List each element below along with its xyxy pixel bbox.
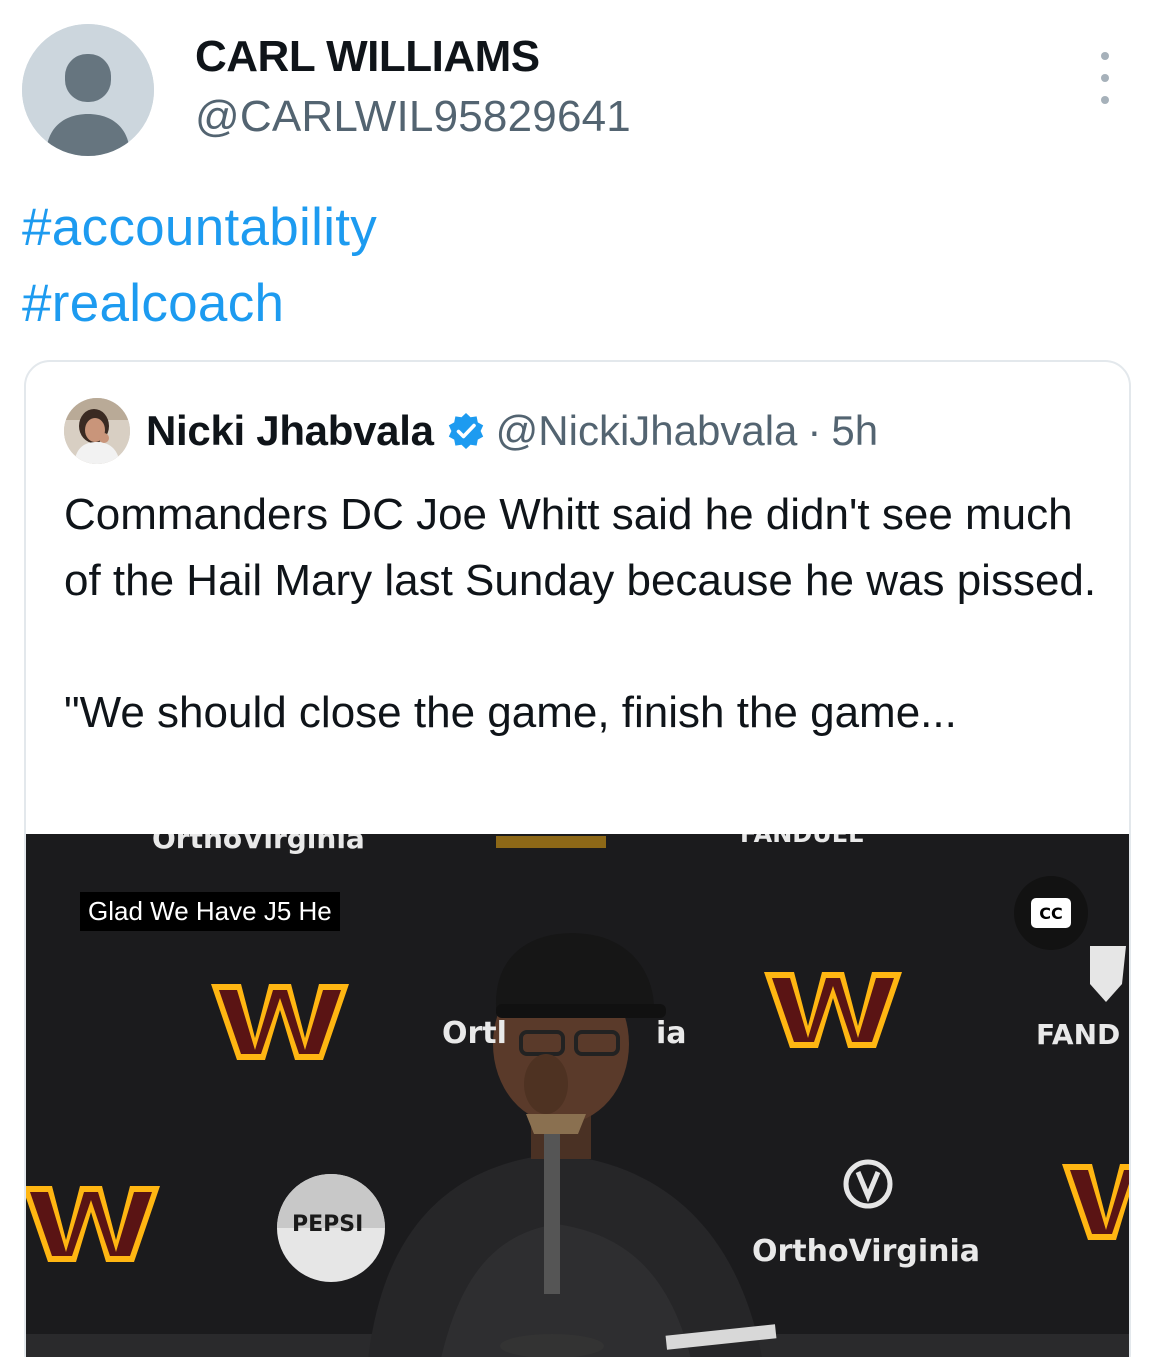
hashtag-link[interactable]: #accountability [22, 190, 377, 266]
quoted-author-handle[interactable]: @NickiJhabvala [496, 407, 798, 455]
sponsor-text: ia [656, 1016, 687, 1051]
quoted-author-avatar[interactable] [64, 398, 130, 464]
hashtag-link[interactable]: #realcoach [22, 266, 377, 342]
quoted-text-paragraph: Commanders DC Joe Whitt said he didn't s… [64, 490, 1097, 605]
more-dot [1101, 96, 1109, 104]
quoted-tweet-card[interactable]: Nicki Jhabvala @NickiJhabvala · 5h Comma… [24, 360, 1131, 1357]
sponsor-text: FAND [1036, 1018, 1121, 1051]
cc-label: CC [1031, 898, 1071, 928]
sponsor-text: OrthoVirginia [152, 834, 365, 855]
quoted-tweet-header: Nicki Jhabvala @NickiJhabvala · 5h [64, 398, 878, 464]
user-avatar-icon[interactable] [22, 24, 154, 156]
quoted-timestamp[interactable]: 5h [831, 407, 878, 455]
closed-captions-icon[interactable]: CC [1014, 876, 1088, 950]
more-dot [1101, 74, 1109, 82]
more-dot [1101, 52, 1109, 60]
video-player[interactable]: OrthoVirginia FANDUEL Ortl ia FAND Ortho… [26, 834, 1129, 1357]
sponsor-text: Ortl [442, 1016, 507, 1051]
sponsor-text: FANDUEL [740, 834, 864, 848]
verified-badge-icon [448, 413, 483, 449]
author-handle[interactable]: @CARLWIL95829641 [195, 92, 631, 142]
video-caption: Glad We Have J5 He [80, 892, 340, 931]
more-options-icon[interactable] [1088, 52, 1122, 104]
sponsor-text: OrthoVirginia [752, 1234, 981, 1269]
quoted-tweet-text: Commanders DC Joe Whitt said he didn't s… [64, 482, 1104, 746]
quoted-author-name[interactable]: Nicki Jhabvala [146, 407, 434, 455]
tweet-header: CARL WILLIAMS @CARLWIL95829641 [0, 0, 1149, 180]
post-body: #accountability #realcoach [22, 190, 377, 342]
author-display-name[interactable]: CARL WILLIAMS [195, 32, 540, 82]
quoted-text-paragraph: "We should close the game, finish the ga… [64, 688, 957, 737]
meta-separator: · [807, 407, 822, 454]
pepsi-logo-text: PEPSI [292, 1212, 364, 1237]
